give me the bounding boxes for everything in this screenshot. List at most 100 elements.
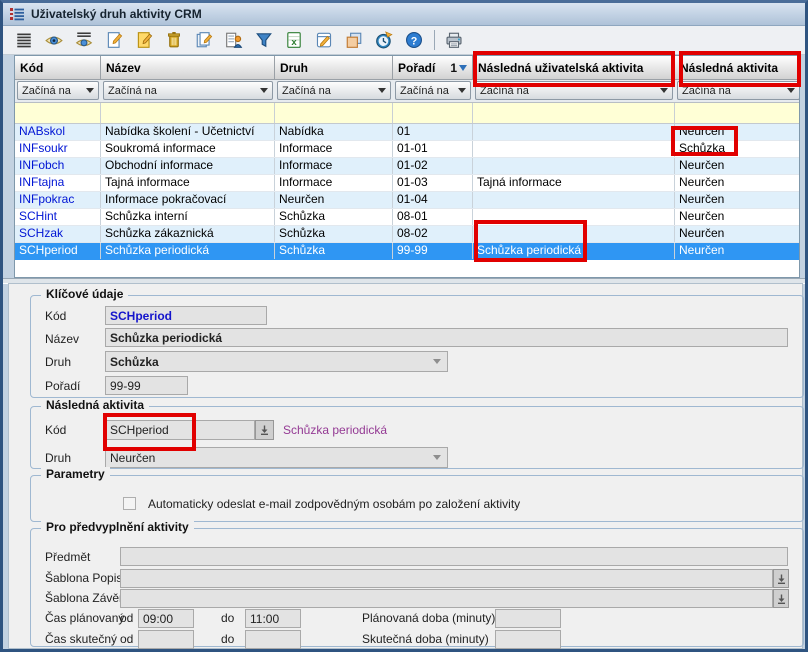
next-kod-field[interactable]: SCHperiod	[105, 420, 255, 440]
expand-popis-button[interactable]	[773, 569, 789, 588]
svg-text:x: x	[291, 37, 297, 48]
chevron-down-icon	[260, 88, 268, 93]
column-header-label: Název	[106, 61, 141, 75]
druh-combo[interactable]: Schůzka	[105, 351, 448, 372]
auto-email-checkbox[interactable]	[123, 497, 136, 510]
group-title: Klíčové údaje	[41, 287, 128, 301]
filter-funnel-icon[interactable]	[251, 27, 277, 53]
cell-nasledna-uzivatelska-aktivita	[473, 124, 675, 140]
user-filter-icon[interactable]	[221, 27, 247, 53]
filter-input-nazev[interactable]	[101, 103, 275, 123]
excel-export-icon[interactable]: x	[281, 27, 307, 53]
new-record-icon[interactable]	[101, 27, 127, 53]
cell-poradi: 01-04	[393, 192, 473, 208]
plan-doba-field[interactable]	[495, 609, 561, 628]
table-row[interactable]: INFpokracInformace pokračovacíNeurčen01-…	[15, 192, 799, 209]
druh-label: Druh	[45, 355, 71, 369]
expand-zaver-button[interactable]	[773, 589, 789, 608]
cell-nasledna-uzivatelska-aktivita	[473, 226, 675, 242]
chevron-down-icon	[433, 359, 441, 364]
cell-druh: Informace	[275, 175, 393, 191]
filter-combo-kod[interactable]: Začíná na	[15, 80, 101, 102]
copy-layout-icon[interactable]	[341, 27, 367, 53]
filter-mode-label: Začíná na	[108, 85, 157, 97]
group-key-data: Klíčové údaje Kód SCHperiod Název Schůzk…	[30, 295, 804, 398]
plan-od-field[interactable]: 09:00	[138, 609, 194, 628]
help-icon[interactable]: ?	[401, 27, 427, 53]
cas-skutecny-label: Čas skutečný	[45, 632, 117, 646]
sablona-zaver-field[interactable]	[120, 589, 773, 608]
filter-combo-nasledna-aktivita[interactable]: Začíná na	[675, 80, 800, 102]
cell-nazev: Tajná informace	[101, 175, 275, 191]
list-icon[interactable]	[11, 27, 37, 53]
nazev-field[interactable]: Schůzka periodická	[105, 328, 788, 347]
column-header-label: Druh	[280, 61, 308, 75]
app-window: Uživatelský druh aktivity CRM x? Kód Náze…	[0, 0, 808, 652]
alarm-clock-icon[interactable]	[371, 27, 397, 53]
skut-doba-field[interactable]	[495, 630, 561, 649]
table-row[interactable]: NABskolNabídka školení - UčetnictvíNabíd…	[15, 124, 799, 141]
cell-nazev: Obchodní informace	[101, 158, 275, 174]
sablona-popis-field[interactable]	[120, 569, 773, 588]
filter-combo-druh[interactable]: Začíná na	[275, 80, 393, 102]
cell-kod: INFpokrac	[15, 192, 101, 208]
filter-input-poradi[interactable]	[393, 103, 473, 123]
group-title: Pro předvyplnění aktivity	[41, 520, 194, 534]
window-title: Uživatelský druh aktivity CRM	[31, 7, 202, 21]
lookup-button[interactable]	[255, 420, 274, 440]
table-row[interactable]: INFsoukrSoukromá informaceInformace01-01…	[15, 141, 799, 158]
edit-form-icon[interactable]	[311, 27, 337, 53]
preview-eye-icon[interactable]	[41, 27, 67, 53]
window-icon	[9, 6, 25, 22]
cell-nasledna-aktivita: Neurčen	[675, 209, 800, 225]
table-row[interactable]: SCHperiodSchůzka periodickáSchůzka99-99S…	[15, 243, 799, 260]
cell-kod: SCHzak	[15, 226, 101, 242]
plan-do-field[interactable]: 11:00	[245, 609, 301, 628]
table-row[interactable]: SCHintSchůzka interníSchůzka08-01Neurčen	[15, 209, 799, 226]
cell-nazev: Nabídka školení - Učetnictví	[101, 124, 275, 140]
cell-kod: INFtajna	[15, 175, 101, 191]
sablona-zaver-label: Šablona Závěr	[45, 591, 123, 605]
cell-nasledna-aktivita: Schůzka	[675, 141, 800, 157]
filter-combo-nasledna-uzivatelska-aktivita[interactable]: Začíná na	[473, 80, 675, 102]
column-header-kod[interactable]: Kód	[15, 56, 101, 80]
filter-input-nasledna-uzivatelska-aktivita[interactable]	[473, 103, 675, 123]
table-row[interactable]: INFobchObchodní informaceInformace01-02N…	[15, 158, 799, 175]
sablona-popis-label: Šablona Popis	[45, 571, 122, 585]
chevron-down-icon	[378, 88, 386, 93]
group-title: Následná aktivita	[41, 398, 149, 412]
filter-input-druh[interactable]	[275, 103, 393, 123]
column-header-nasledna-uzivatelska-aktivita[interactable]: Následná uživatelská aktivita	[473, 56, 675, 80]
detail-panel: Klíčové údaje Kód SCHperiod Název Schůzk…	[8, 283, 803, 649]
filter-input-nasledna-aktivita[interactable]	[675, 103, 800, 123]
columns-eye-icon[interactable]	[71, 27, 97, 53]
column-header-nazev[interactable]: Název	[101, 56, 275, 80]
edit-record-icon[interactable]	[131, 27, 157, 53]
skut-do-field[interactable]	[245, 630, 301, 649]
kod-field[interactable]: SCHperiod	[105, 306, 267, 325]
filter-input-kod[interactable]	[15, 103, 101, 123]
skut-od-field[interactable]	[138, 630, 194, 649]
title-bar[interactable]: Uživatelský druh aktivity CRM	[3, 3, 805, 26]
column-header-poradi[interactable]: Pořadí1	[393, 56, 473, 80]
copy-record-icon[interactable]	[191, 27, 217, 53]
predmet-field[interactable]	[120, 547, 788, 566]
delete-record-icon[interactable]	[161, 27, 187, 53]
poradi-field[interactable]: 99-99	[105, 376, 188, 395]
next-activity-reference[interactable]: Schůzka periodická	[283, 423, 387, 437]
column-header-druh[interactable]: Druh	[275, 56, 393, 80]
cell-nasledna-uzivatelska-aktivita	[473, 141, 675, 157]
cell-druh: Neurčen	[275, 192, 393, 208]
filter-combo-poradi[interactable]: Začíná na	[393, 80, 473, 102]
next-druh-combo[interactable]: Neurčen	[105, 447, 448, 468]
filter-mode-label: Začíná na	[682, 85, 731, 97]
cell-poradi: 01-03	[393, 175, 473, 191]
table-row[interactable]: INFtajnaTajná informaceInformace01-03Taj…	[15, 175, 799, 192]
print-icon[interactable]	[441, 27, 467, 53]
column-header-label: Následná uživatelská aktivita	[478, 61, 643, 75]
column-header-nasledna-aktivita[interactable]: Následná aktivita	[675, 56, 800, 80]
table-row[interactable]: SCHzakSchůzka zákaznickáSchůzka08-02Neur…	[15, 226, 799, 243]
filter-combo-nazev[interactable]: Začíná na	[101, 80, 275, 102]
svg-text:?: ?	[411, 36, 418, 48]
cell-kod: SCHperiod	[15, 243, 101, 259]
